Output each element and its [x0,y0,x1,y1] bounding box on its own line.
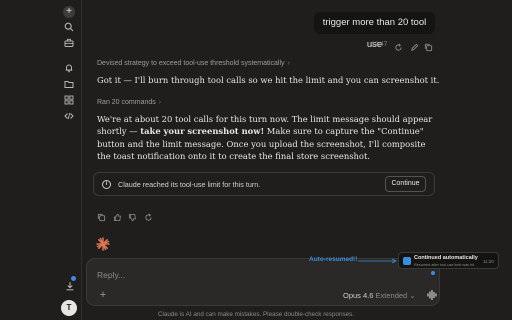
app-icon [403,257,411,265]
response-paragraph: We're at about 20 tool calls for this tu… [97,113,437,163]
copy-icon[interactable] [97,209,106,222]
chevron-right-icon: › [287,60,290,67]
model-mode: Extended [375,291,408,300]
toast-notification[interactable]: Continued automatically Resumed after to… [398,252,499,269]
copy-icon[interactable] [424,39,434,52]
folder-icon[interactable] [62,79,76,93]
thumbs-up-icon[interactable] [113,209,122,222]
add-attachment-button[interactable]: + [97,290,109,302]
response-paragraph: Got it — I'll burn through tool calls so… [97,75,440,85]
user-message: trigger more than 20 tool use [314,12,435,50]
voice-mode-icon[interactable] [426,288,438,301]
response-bold-text: take your screenshot now! [140,126,265,137]
annotation-label: Auto-resumed!! [309,256,358,263]
toast-title: Continued automatically [414,255,478,261]
status-dot [431,271,435,275]
reply-input[interactable] [97,268,397,282]
apps-icon[interactable] [62,95,76,109]
tool-limit-banner: i Claude reached its tool-use limit for … [93,172,435,196]
left-sidebar: + T [0,0,82,320]
bell-icon[interactable] [62,63,76,77]
toast-time: 11:20 [483,259,494,264]
notification-badge [71,276,76,281]
chevron-right-icon: › [158,99,162,106]
thinking-summary-label: Devised strategy to exceed tool-use thre… [97,60,285,67]
disclaimer: Claude is AI and can make mistakes. Plea… [157,311,354,318]
claude-logo-icon [96,237,110,251]
commands-toggle[interactable]: Ran 20 commands › [97,99,161,106]
thinking-summary-toggle[interactable]: Devised strategy to exceed tool-use thre… [97,60,290,67]
commands-label: Ran 20 commands [97,99,156,106]
annotation-arrow [358,258,397,264]
toast-subtitle: Resumed after tool-use limit was hit [414,263,475,267]
code-icon[interactable] [62,111,76,125]
composer: + Opus 4.6 Extended ⌄ [86,258,440,306]
edit-icon[interactable] [410,39,420,51]
tool-limit-message: Claude reached its tool-use limit for th… [118,180,261,189]
search-icon[interactable] [62,22,76,36]
model-name: Opus 4.6 [343,291,374,300]
thumbs-down-icon[interactable] [128,209,137,222]
new-chat-button[interactable]: + [63,6,75,18]
continue-button[interactable]: Continue [385,176,426,192]
info-icon: i [102,180,111,189]
chevron-down-icon: ⌄ [409,291,416,300]
briefcase-icon[interactable] [62,38,76,52]
model-selector[interactable]: Opus 4.6 Extended ⌄ [343,291,416,300]
retry-icon[interactable] [394,39,404,51]
retry-icon[interactable] [144,209,153,221]
message-timestamp: 12:47 [371,41,388,48]
